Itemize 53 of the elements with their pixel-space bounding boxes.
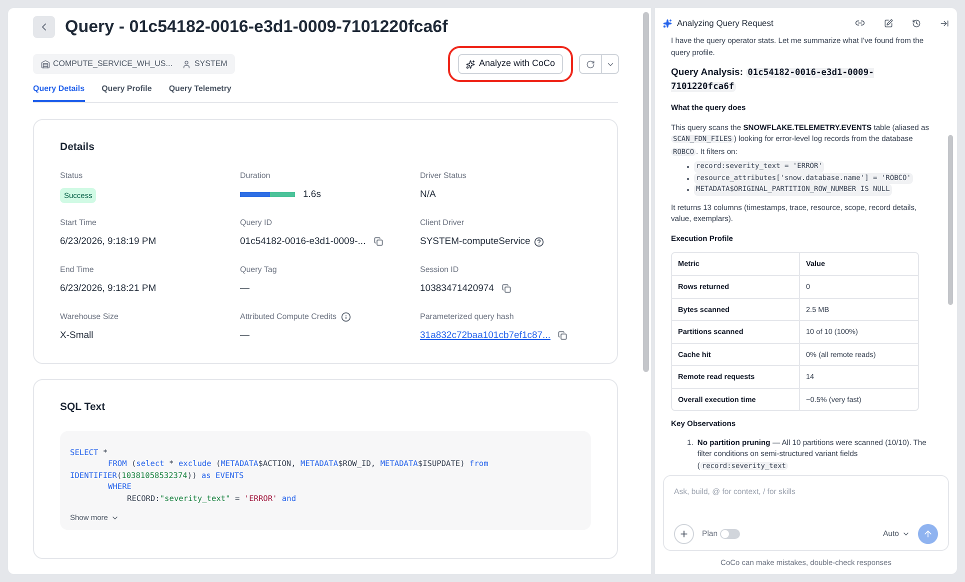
card-title: SQL Text — [60, 400, 106, 415]
card-title: Details — [60, 140, 96, 155]
field-label: Start Time — [60, 216, 96, 229]
copy-icon[interactable] — [374, 237, 383, 246]
warehouse-icon — [41, 60, 50, 68]
field-value: — — [240, 282, 250, 296]
copy-icon[interactable] — [502, 284, 511, 294]
field-label: Query Tag — [240, 264, 277, 276]
field-label: Duration — [240, 170, 270, 182]
sparkle-icon — [466, 60, 475, 68]
field-label: Driver Status — [420, 170, 466, 182]
field-value: N/A — [420, 188, 436, 202]
plus-icon — [679, 528, 689, 539]
field-label: Query ID — [240, 216, 272, 229]
field-value: 6/23/2026, 9:18:19 PM — [60, 234, 156, 249]
history-icon[interactable] — [912, 18, 921, 28]
field-value: — — [240, 328, 250, 343]
field-label: End Time — [60, 264, 94, 276]
copy-icon[interactable] — [558, 331, 568, 340]
analysis-heading: Query Analysis: 01c54182-0016-e3d1-0009-7101220fca6f — [671, 66, 875, 94]
field-label: Session ID — [420, 264, 459, 276]
field-label: Warehouse Size — [60, 310, 118, 323]
sparkle-icon — [663, 18, 672, 28]
info-icon[interactable] — [340, 312, 350, 322]
field-value: 01c54182-0016-e3d1-0009-... — [240, 234, 366, 249]
help-icon[interactable] — [534, 236, 544, 247]
field-value: 1.6s — [303, 188, 321, 202]
tab[interactable]: Query Telemetry — [168, 80, 232, 102]
field-value: SYSTEM-computeService — [420, 234, 530, 249]
edit-icon[interactable] — [884, 18, 893, 28]
analyze-button[interactable]: Analyze with CoCo — [458, 54, 563, 74]
panel-title: Analyzing Query Request — [677, 16, 774, 30]
collapse-icon[interactable] — [940, 18, 949, 28]
user-name: SYSTEM — [194, 58, 228, 70]
back-button[interactable] — [33, 16, 55, 38]
field-value: X-Small — [60, 328, 94, 343]
send-icon — [923, 528, 933, 539]
page-title: Query - 01c54182-0016-e3d1-0009-7101220fca6f — [65, 16, 448, 38]
user-icon — [182, 60, 192, 68]
attach-button[interactable] — [674, 524, 694, 544]
field-label: Attributed Compute Credits — [240, 310, 336, 323]
warehouse-name: COMPUTE_SERVICE_WH_US... — [53, 58, 172, 70]
tab[interactable]: Query Profile — [102, 80, 152, 102]
plan-toggle[interactable] — [720, 528, 740, 539]
field-label: Parameterized query hash — [420, 310, 514, 323]
field-value: 6/23/2026, 9:18:21 PM — [60, 282, 156, 296]
field-label: Status — [60, 170, 83, 182]
refresh-icon — [586, 60, 595, 68]
link-icon[interactable] — [855, 18, 865, 28]
field-label: Client Driver — [420, 216, 464, 229]
field-value: 10383471420974 — [420, 282, 494, 296]
tab[interactable]: Query Details — [33, 80, 85, 102]
hash-link[interactable]: 31a832c72baa101cb7ef1c87... — [420, 328, 550, 343]
